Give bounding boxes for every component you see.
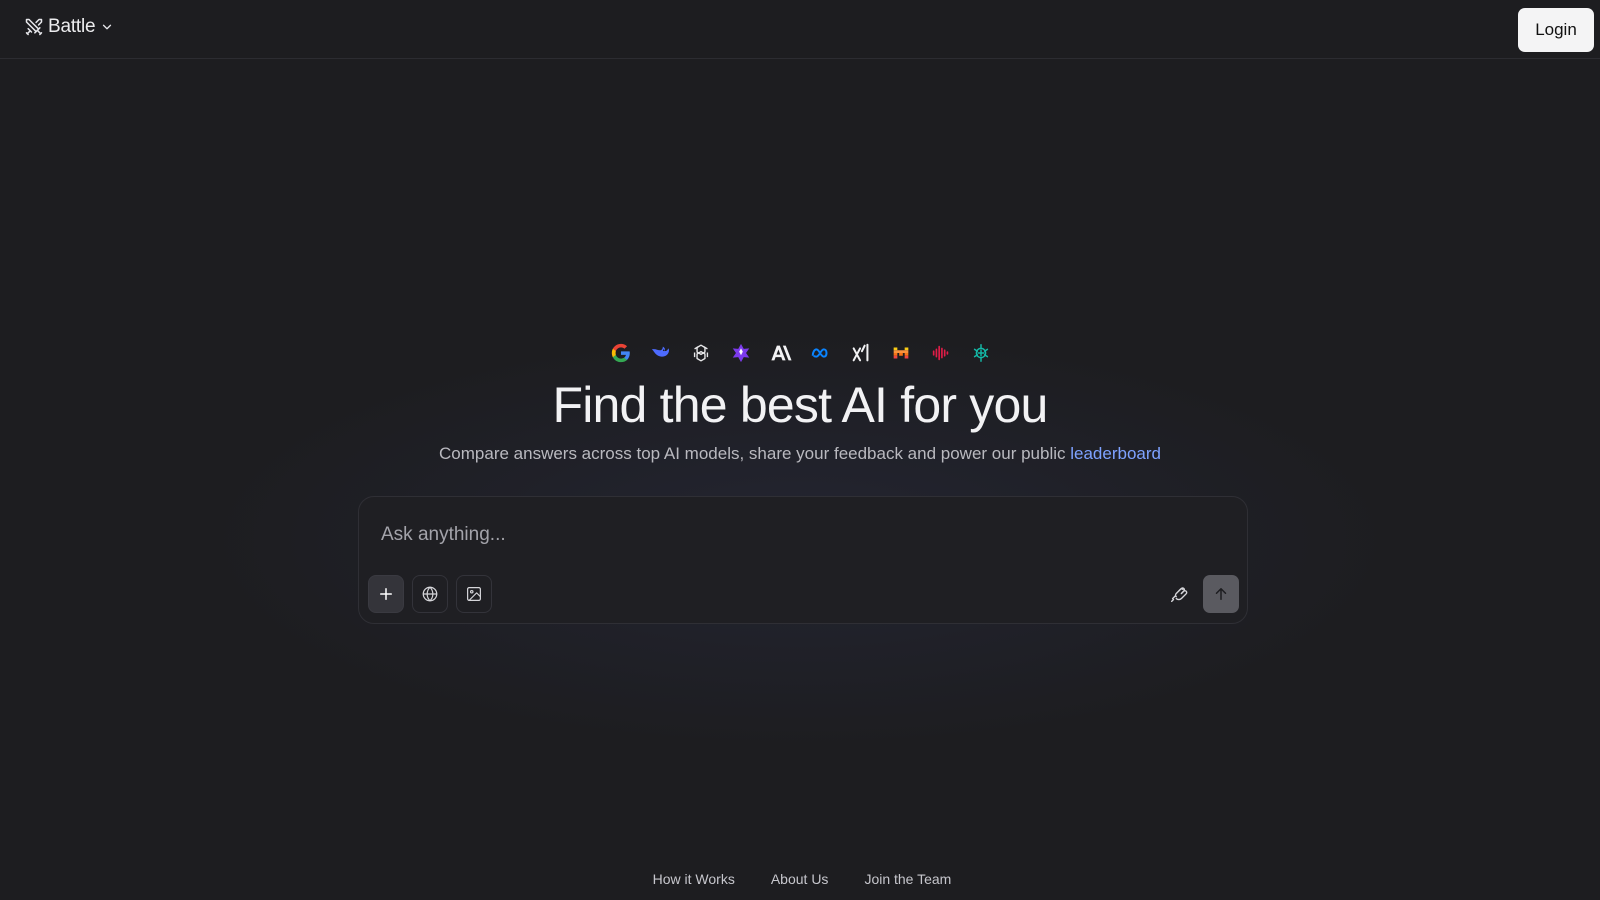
footer-link-join-the-team[interactable]: Join the Team [864, 871, 951, 887]
footer-link-how-it-works[interactable]: How it Works [653, 871, 735, 887]
web-search-button[interactable] [412, 575, 448, 613]
login-button[interactable]: Login [1518, 8, 1594, 52]
prompt-box [358, 496, 1248, 624]
globe-icon [421, 585, 439, 603]
add-attachment-button[interactable] [368, 575, 404, 613]
image-icon [465, 585, 483, 603]
mistral-logo-icon [890, 342, 912, 364]
deepseek-logo-icon [650, 342, 672, 364]
teal-logo-icon [970, 342, 992, 364]
arrow-up-icon [1212, 585, 1230, 603]
brand-label: Battle [48, 16, 96, 37]
mode-selector[interactable]: Battle [24, 16, 114, 38]
hero-subtitle-text: Compare answers across top AI models, sh… [439, 444, 1071, 463]
send-button[interactable] [1203, 575, 1239, 613]
hand-button[interactable] [1161, 575, 1197, 613]
hero-subtitle: Compare answers across top AI models, sh… [0, 444, 1600, 464]
crossed-swords-icon [24, 17, 44, 37]
chevron-down-icon [100, 20, 114, 34]
page: Battle Login Find the best AI for you Co… [0, 0, 1600, 900]
image-generation-button[interactable] [456, 575, 492, 613]
footer-link-about-us[interactable]: About Us [771, 871, 829, 887]
audio-wave-logo-icon [930, 342, 952, 364]
hero-title: Find the best AI for you [552, 377, 1049, 433]
hand-icon [1168, 583, 1190, 605]
model-logos-row [0, 342, 1600, 364]
plus-icon [377, 585, 395, 603]
google-logo-icon [610, 342, 632, 364]
meta-logo-icon [810, 342, 832, 364]
footer-nav: How it Works About Us Join the Team [0, 871, 1600, 887]
leaderboard-link[interactable]: leaderboard [1070, 444, 1161, 463]
perplexity-star-logo-icon [730, 342, 752, 364]
openai-logo-icon [690, 342, 712, 364]
anthropic-logo-icon [770, 342, 792, 364]
xai-logo-icon [850, 342, 872, 364]
top-bar: Battle Login [0, 0, 1600, 59]
prompt-input[interactable] [379, 517, 1223, 553]
